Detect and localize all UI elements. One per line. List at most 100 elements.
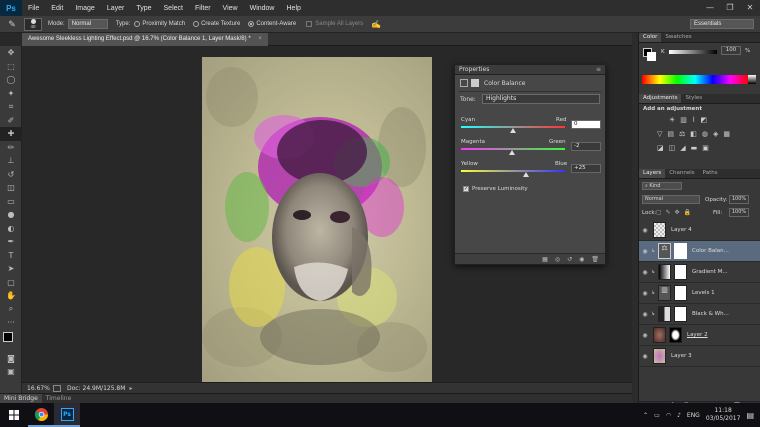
channel-mixer-icon[interactable]: ◈ xyxy=(713,130,718,138)
mode-select[interactable]: Normal xyxy=(67,19,108,29)
visibility-eye-icon[interactable]: ◉ xyxy=(639,311,651,318)
layer-mask-thumbnail[interactable] xyxy=(674,264,687,280)
mask-icon[interactable] xyxy=(471,79,479,87)
visibility-icon[interactable]: ◉ xyxy=(579,256,584,263)
status-menu-icon[interactable]: ▸ xyxy=(129,385,132,392)
restore-icon[interactable]: ❐ xyxy=(720,0,740,16)
blend-mode-select[interactable]: Normal xyxy=(642,195,700,204)
invert-icon[interactable]: ◪ xyxy=(657,144,664,152)
color-lookup-icon[interactable]: ▦ xyxy=(723,130,730,138)
pen-tool-icon[interactable]: ✒ xyxy=(0,235,22,249)
layer-filter-select[interactable]: ⌕ Kind xyxy=(642,182,682,190)
menu-select[interactable]: Select xyxy=(158,5,189,12)
eyedropper-tool-icon[interactable]: ✐ xyxy=(0,114,22,128)
close-icon[interactable]: ✕ xyxy=(740,0,760,16)
path-select-icon[interactable]: ➤ xyxy=(0,262,22,276)
tab-color[interactable]: Color xyxy=(639,33,662,42)
timeline-tab[interactable]: Timeline xyxy=(42,395,76,402)
menu-view[interactable]: View xyxy=(217,5,244,12)
layer-mask-thumbnail[interactable] xyxy=(674,243,687,259)
artwork-canvas[interactable] xyxy=(202,57,432,382)
notifications-icon[interactable]: ▤ xyxy=(746,411,754,420)
foreground-color[interactable] xyxy=(3,331,13,342)
type-tool-icon[interactable]: T xyxy=(0,249,22,263)
delete-icon[interactable]: 🗑 xyxy=(591,256,599,263)
color-balance-icon[interactable]: ⚖ xyxy=(679,130,685,138)
menu-window[interactable]: Window xyxy=(244,5,281,12)
menu-help[interactable]: Help xyxy=(281,5,307,12)
tab-swatches[interactable]: Swatches xyxy=(661,33,695,42)
tone-select[interactable]: Highlights xyxy=(482,94,600,104)
minimize-icon[interactable]: — xyxy=(700,0,720,16)
photoshop-taskbar-icon[interactable]: Ps xyxy=(54,403,80,427)
visibility-eye-icon[interactable]: ◉ xyxy=(639,332,651,339)
sample-all-checkbox[interactable] xyxy=(306,21,313,27)
layer-row-levels[interactable]: ◉ ↳ ▥ Levels 1 xyxy=(639,283,760,304)
history-brush-icon[interactable]: ↺ xyxy=(0,168,22,182)
opacity-value[interactable]: 100% xyxy=(729,195,749,204)
clip-to-layer-icon[interactable]: ▦ xyxy=(542,256,548,263)
eraser-tool-icon[interactable]: ◫ xyxy=(0,181,22,195)
posterize-icon[interactable]: ◫ xyxy=(669,144,676,152)
fill-value[interactable]: 100% xyxy=(729,208,749,217)
gradient-map-icon[interactable]: ▬ xyxy=(691,144,698,152)
clock[interactable]: 11:18 03/05/2017 xyxy=(706,407,741,423)
layer-row-layer2[interactable]: ◉ Layer 2 xyxy=(639,325,760,346)
curves-icon[interactable]: ⌇ xyxy=(692,116,695,124)
create-texture-radio[interactable] xyxy=(193,21,200,27)
zoom-tool-icon[interactable]: ⌕ xyxy=(0,303,22,317)
properties-header[interactable]: Properties ≡ xyxy=(455,65,605,75)
layer-mask-thumbnail[interactable] xyxy=(669,327,682,343)
quick-mask-icon[interactable]: ◙ xyxy=(0,352,22,366)
hue-sat-icon[interactable]: ▤ xyxy=(667,130,674,138)
tray-chevron-icon[interactable]: ⌃ xyxy=(643,412,648,419)
lasso-tool-icon[interactable]: ◯ xyxy=(0,73,22,87)
tab-layers[interactable]: Layers xyxy=(639,169,666,178)
document-tab[interactable]: Awesome Sleekless Lighting Effect.psd @ … xyxy=(22,33,268,46)
mini-bridge-tab[interactable]: Mini Bridge xyxy=(0,393,42,404)
tab-close-icon[interactable]: × xyxy=(258,36,262,42)
screen-mode-icon[interactable]: ▣ xyxy=(0,365,22,379)
bw-icon[interactable]: ◧ xyxy=(690,130,697,138)
proximity-radio[interactable] xyxy=(134,21,141,27)
brush-picker[interactable]: 40 xyxy=(24,17,42,31)
menu-image[interactable]: Image xyxy=(69,5,100,12)
brightness-icon[interactable]: ☀ xyxy=(669,116,675,124)
shape-tool-icon[interactable]: ▢ xyxy=(0,276,22,290)
menu-file[interactable]: File xyxy=(22,5,45,12)
stamp-tool-icon[interactable]: ⊥ xyxy=(0,154,22,168)
crop-tool-icon[interactable]: ⌗ xyxy=(0,100,22,114)
healing-tool-icon[interactable]: ✚ xyxy=(0,127,22,141)
properties-menu-icon[interactable]: ≡ xyxy=(596,66,601,73)
pressure-icon[interactable]: ✍ xyxy=(371,20,381,29)
menu-layer[interactable]: Layer xyxy=(101,5,131,12)
levels-icon[interactable]: ▥ xyxy=(680,116,687,124)
chrome-icon[interactable] xyxy=(28,403,54,427)
tray-network-icon[interactable]: ▭ xyxy=(654,412,660,419)
yellow-blue-thumb[interactable] xyxy=(523,172,529,177)
quick-select-tool-icon[interactable]: ✦ xyxy=(0,87,22,101)
k-value[interactable]: 100 xyxy=(721,46,741,55)
menu-edit[interactable]: Edit xyxy=(45,5,69,12)
selective-color-icon[interactable]: ▣ xyxy=(702,144,709,152)
layer-mask-thumbnail[interactable] xyxy=(674,285,687,301)
layer-row-color-balance[interactable]: ◉ ↳ ⚖ Color Balan... xyxy=(639,241,760,262)
layer-row-gradient-map[interactable]: ◉ ↳ Gradient M... xyxy=(639,262,760,283)
layer-mask-thumbnail[interactable] xyxy=(674,306,687,322)
gradient-tool-icon[interactable]: ▭ xyxy=(0,195,22,209)
menu-type[interactable]: Type xyxy=(130,5,157,12)
blur-tool-icon[interactable]: ● xyxy=(0,208,22,222)
brush-tool-icon[interactable]: ✏ xyxy=(0,141,22,155)
preserve-checkbox[interactable]: ✓ xyxy=(463,186,469,192)
layer-row-black-white[interactable]: ◉ ↳ Black & Wh... xyxy=(639,304,760,325)
spot-healing-brush-icon[interactable]: ✎ xyxy=(0,19,24,30)
marquee-tool-icon[interactable]: ⬚ xyxy=(0,60,22,74)
menu-filter[interactable]: Filter xyxy=(189,5,217,12)
visibility-eye-icon[interactable]: ◉ xyxy=(639,227,651,234)
color-swatches[interactable] xyxy=(0,330,21,352)
language-indicator[interactable]: ENG xyxy=(687,412,700,419)
lock-icons[interactable]: ▢ ✎ ✥ 🔒 xyxy=(656,209,692,216)
color-spectrum[interactable] xyxy=(642,75,748,84)
visibility-eye-icon[interactable]: ◉ xyxy=(639,248,651,255)
magenta-green-thumb[interactable] xyxy=(508,150,515,155)
